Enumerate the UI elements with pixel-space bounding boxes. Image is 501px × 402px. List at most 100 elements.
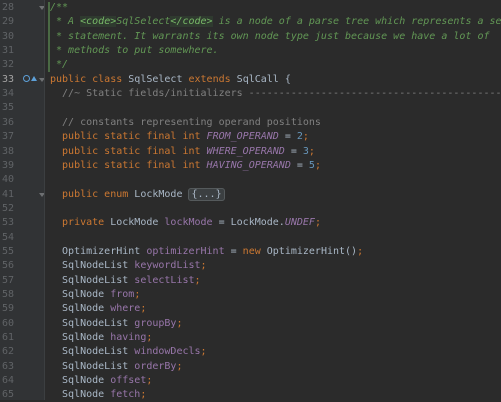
code-line[interactable]: // constants representing operand positi… bbox=[50, 116, 321, 130]
code-token: = LockMode. bbox=[212, 217, 285, 229]
code-token: keywordList bbox=[134, 260, 201, 272]
code-token: SqlSelect bbox=[128, 73, 189, 85]
code-token: * statement. It warrants its own node ty… bbox=[50, 30, 490, 42]
code-line[interactable]: /** bbox=[50, 1, 68, 15]
code-line[interactable]: SqlNodeList keywordList; bbox=[50, 259, 207, 273]
code-token: SqlNode bbox=[50, 332, 111, 344]
code-line[interactable]: public static final int WHERE_OPERAND = … bbox=[50, 145, 315, 159]
code-token: ; bbox=[134, 289, 141, 300]
code-line[interactable]: SqlNode where; bbox=[50, 302, 146, 316]
code-line[interactable]: SqlNodeList orderBy; bbox=[50, 360, 182, 374]
code-token: new bbox=[242, 245, 267, 257]
line-number[interactable]: 64 bbox=[0, 374, 14, 388]
folded-code-block[interactable]: {...} bbox=[188, 187, 225, 201]
line-number[interactable]: 36 bbox=[0, 116, 14, 130]
code-line[interactable]: * methods to put somewhere. bbox=[50, 44, 219, 58]
code-line[interactable]: SqlNodeList groupBy; bbox=[50, 317, 182, 331]
line-number[interactable]: 58 bbox=[0, 288, 14, 302]
line-number[interactable]: 32 bbox=[0, 58, 14, 72]
line-number[interactable]: 28 bbox=[0, 1, 14, 15]
line-number[interactable]: 59 bbox=[0, 302, 14, 316]
code-token: LockMode bbox=[110, 217, 165, 229]
code-token: ; bbox=[194, 274, 201, 286]
code-line[interactable]: SqlNodeList windowDecls; bbox=[50, 345, 207, 359]
code-line[interactable]: */ bbox=[50, 58, 68, 72]
code-token: public class bbox=[50, 73, 129, 85]
code-area[interactable]: /** * A <code>SqlSelect</code> is a node… bbox=[44, 0, 501, 400]
code-line[interactable]: public static final int HAVING_OPERAND =… bbox=[50, 159, 321, 173]
code-line[interactable]: //~ Static fields/initializers ---------… bbox=[50, 87, 501, 101]
code-line[interactable]: private LockMode lockMode = LockMode.UND… bbox=[50, 216, 321, 230]
implemented-icon[interactable] bbox=[23, 75, 30, 83]
line-number[interactable]: 34 bbox=[0, 87, 14, 101]
code-token: ; bbox=[200, 260, 207, 272]
override-up-icon[interactable] bbox=[31, 76, 37, 82]
line-number[interactable]: 57 bbox=[0, 274, 14, 288]
line-number[interactable]: 41 bbox=[0, 188, 14, 202]
code-token: OptimizerHint bbox=[50, 245, 147, 257]
code-token: = bbox=[278, 131, 297, 143]
code-token: * A bbox=[50, 16, 81, 28]
code-token: SqlNodeList bbox=[50, 360, 135, 372]
line-number[interactable]: 60 bbox=[0, 317, 14, 331]
code-token: SqlNode bbox=[50, 289, 111, 300]
code-token: UNDEF bbox=[284, 217, 315, 229]
code-token: from bbox=[110, 289, 135, 300]
code-token: = bbox=[284, 145, 303, 157]
code-line[interactable]: SqlNodeList selectList; bbox=[50, 274, 201, 288]
code-line[interactable]: public class SqlSelect extends SqlCall { bbox=[50, 73, 291, 87]
line-number[interactable]: 38 bbox=[0, 145, 14, 159]
code-token: offset bbox=[110, 375, 147, 387]
code-token: ; bbox=[302, 131, 309, 143]
code-token: orderBy bbox=[134, 360, 177, 372]
code-line[interactable]: * statement. It warrants its own node ty… bbox=[50, 30, 490, 44]
code-token: fetch bbox=[110, 389, 141, 400]
code-token: SqlNode bbox=[50, 375, 111, 387]
line-number[interactable]: 33 bbox=[0, 73, 14, 87]
line-number[interactable]: 39 bbox=[0, 159, 14, 173]
line-number[interactable]: 61 bbox=[0, 331, 14, 345]
code-token: //~ Static fields/initializers ---------… bbox=[50, 88, 501, 100]
line-number[interactable]: 63 bbox=[0, 360, 14, 374]
code-token: selectList bbox=[134, 274, 195, 286]
line-number[interactable]: 56 bbox=[0, 259, 14, 273]
line-number[interactable]: 31 bbox=[0, 44, 14, 58]
code-token: public static final int bbox=[50, 159, 207, 171]
code-token: ; bbox=[308, 145, 315, 157]
line-number[interactable]: 29 bbox=[0, 15, 14, 29]
code-token: SqlCall { bbox=[236, 73, 291, 85]
code-line[interactable]: SqlNode fetch; bbox=[50, 388, 146, 400]
gutter-icons bbox=[23, 73, 41, 87]
code-line[interactable]: public enum LockMode {...} bbox=[50, 187, 225, 202]
code-token: public static final int bbox=[50, 145, 207, 157]
line-number[interactable]: 53 bbox=[0, 216, 14, 230]
code-line[interactable]: * A <code>SqlSelect</code> is a node of … bbox=[50, 15, 501, 29]
code-token: </code> bbox=[170, 16, 213, 28]
code-token: SqlNode bbox=[50, 303, 111, 315]
code-token: /** bbox=[50, 2, 69, 13]
code-line[interactable]: public static final int FROM_OPERAND = 2… bbox=[50, 130, 309, 144]
code-token: = bbox=[290, 159, 309, 171]
code-token: = bbox=[224, 245, 243, 257]
code-line[interactable]: SqlNode having; bbox=[50, 331, 152, 345]
line-number[interactable]: 30 bbox=[0, 30, 14, 44]
line-number[interactable]: 55 bbox=[0, 245, 14, 259]
line-number[interactable]: 52 bbox=[0, 202, 14, 216]
code-line[interactable]: SqlNode offset; bbox=[50, 374, 152, 388]
code-token: public enum bbox=[50, 188, 135, 200]
code-token: ; bbox=[146, 332, 153, 344]
code-editor[interactable]: 28 29 30 31 32 33 34 35 36 37 38 39 40 41 52 53 54 55 56 57… bbox=[0, 0, 501, 400]
code-token: SqlNodeList bbox=[50, 260, 135, 272]
code-line[interactable]: SqlNode from; bbox=[50, 288, 140, 302]
code-token: optimizerHint bbox=[146, 245, 225, 257]
code-line[interactable]: OptimizerHint optimizerHint = new Optimi… bbox=[50, 245, 363, 259]
code-token: ; bbox=[314, 159, 321, 171]
line-number[interactable]: 37 bbox=[0, 130, 14, 144]
code-token: windowDecls bbox=[134, 346, 201, 358]
line-number[interactable]: 35 bbox=[0, 101, 14, 115]
code-token: where bbox=[110, 303, 141, 315]
line-number-gutter[interactable]: 28 29 30 31 32 33 34 35 36 37 38 39 40 41 52 53 54 55 56 57… bbox=[0, 0, 45, 400]
line-number[interactable]: 40 bbox=[0, 173, 14, 187]
line-number[interactable]: 54 bbox=[0, 231, 14, 245]
line-number[interactable]: 62 bbox=[0, 345, 14, 359]
